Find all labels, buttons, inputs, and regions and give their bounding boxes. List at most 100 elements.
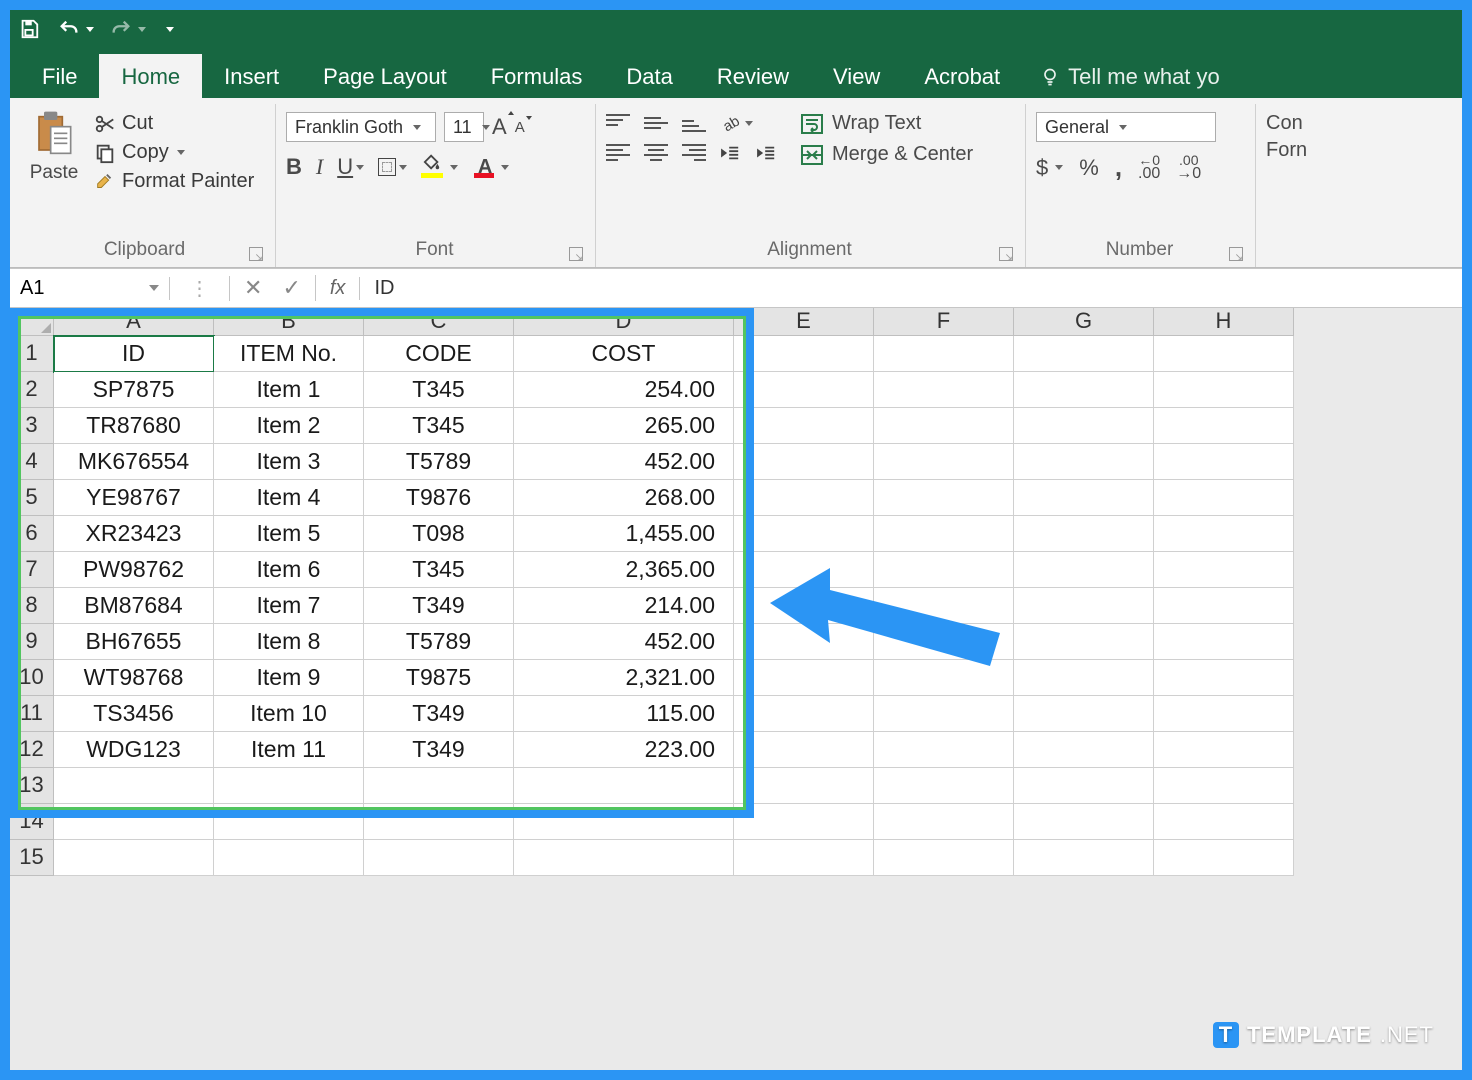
cut-button[interactable]: Cut <box>94 112 254 135</box>
column-header-H[interactable]: H <box>1154 308 1294 336</box>
cell-D10[interactable]: 2,321.00 <box>514 660 734 696</box>
column-header-F[interactable]: F <box>874 308 1014 336</box>
cell-F6[interactable] <box>874 516 1014 552</box>
qat-customize-icon[interactable] <box>166 27 174 32</box>
column-header-G[interactable]: G <box>1014 308 1154 336</box>
cell-B8[interactable]: Item 7 <box>214 588 364 624</box>
align-middle-button[interactable] <box>644 114 668 132</box>
conditional-formatting-partial[interactable]: Con <box>1266 112 1304 135</box>
enter-icon[interactable]: ✓ <box>282 275 300 301</box>
fx-button[interactable]: fx <box>316 277 361 300</box>
cell-G2[interactable] <box>1014 372 1154 408</box>
cell-A10[interactable]: WT98768 <box>54 660 214 696</box>
cell-C13[interactable] <box>364 768 514 804</box>
cell-B9[interactable]: Item 8 <box>214 624 364 660</box>
cell-E11[interactable] <box>734 696 874 732</box>
italic-button[interactable]: I <box>316 154 323 180</box>
column-header-E[interactable]: E <box>734 308 874 336</box>
cell-G10[interactable] <box>1014 660 1154 696</box>
cell-C9[interactable]: T5789 <box>364 624 514 660</box>
column-header-B[interactable]: B <box>214 308 364 336</box>
align-bottom-button[interactable] <box>682 114 706 132</box>
cell-G4[interactable] <box>1014 444 1154 480</box>
cell-F2[interactable] <box>874 372 1014 408</box>
cell-H3[interactable] <box>1154 408 1294 444</box>
cell-A7[interactable]: PW98762 <box>54 552 214 588</box>
cell-G15[interactable] <box>1014 840 1154 876</box>
cell-C8[interactable]: T349 <box>364 588 514 624</box>
row-header-1[interactable]: 1 <box>10 336 54 372</box>
cell-B1[interactable]: ITEM No. <box>214 336 364 372</box>
tab-page-layout[interactable]: Page Layout <box>301 54 469 98</box>
cell-H8[interactable] <box>1154 588 1294 624</box>
cell-H4[interactable] <box>1154 444 1294 480</box>
row-header-10[interactable]: 10 <box>10 660 54 696</box>
font-color-button[interactable]: A <box>472 156 509 178</box>
cell-F5[interactable] <box>874 480 1014 516</box>
cell-B6[interactable]: Item 5 <box>214 516 364 552</box>
cell-F7[interactable] <box>874 552 1014 588</box>
cell-D8[interactable]: 214.00 <box>514 588 734 624</box>
align-top-button[interactable] <box>606 114 630 132</box>
name-box[interactable]: A1 <box>10 277 170 300</box>
cell-B11[interactable]: Item 10 <box>214 696 364 732</box>
cell-F12[interactable] <box>874 732 1014 768</box>
clipboard-launcher-icon[interactable] <box>249 247 263 261</box>
cell-G11[interactable] <box>1014 696 1154 732</box>
cell-A2[interactable]: SP7875 <box>54 372 214 408</box>
cell-C6[interactable]: T098 <box>364 516 514 552</box>
decrease-decimal-button[interactable]: .00→0 <box>1176 154 1201 181</box>
cell-D15[interactable] <box>514 840 734 876</box>
tab-formulas[interactable]: Formulas <box>469 54 605 98</box>
cell-E5[interactable] <box>734 480 874 516</box>
cell-E2[interactable] <box>734 372 874 408</box>
cell-D4[interactable]: 452.00 <box>514 444 734 480</box>
cell-D7[interactable]: 2,365.00 <box>514 552 734 588</box>
cell-G9[interactable] <box>1014 624 1154 660</box>
cell-C3[interactable]: T345 <box>364 408 514 444</box>
format-painter-button[interactable]: Format Painter <box>94 170 254 193</box>
cell-G8[interactable] <box>1014 588 1154 624</box>
fill-color-button[interactable] <box>421 156 458 178</box>
cell-B3[interactable]: Item 2 <box>214 408 364 444</box>
cell-G13[interactable] <box>1014 768 1154 804</box>
row-header-14[interactable]: 14 <box>10 804 54 840</box>
font-launcher-icon[interactable] <box>569 247 583 261</box>
wrap-text-button[interactable]: Wrap Text <box>800 112 985 135</box>
cell-H6[interactable] <box>1154 516 1294 552</box>
cell-A15[interactable] <box>54 840 214 876</box>
cell-G1[interactable] <box>1014 336 1154 372</box>
cell-D1[interactable]: COST <box>514 336 734 372</box>
cell-E14[interactable] <box>734 804 874 840</box>
save-icon[interactable] <box>16 16 42 42</box>
cell-A5[interactable]: YE98767 <box>54 480 214 516</box>
shrink-font-button[interactable]: A <box>515 119 525 136</box>
tab-review[interactable]: Review <box>695 54 811 98</box>
cell-F1[interactable] <box>874 336 1014 372</box>
tab-insert[interactable]: Insert <box>202 54 301 98</box>
tab-view[interactable]: View <box>811 54 902 98</box>
cell-D13[interactable] <box>514 768 734 804</box>
cell-E8[interactable] <box>734 588 874 624</box>
undo-dropdown-icon[interactable] <box>86 27 94 32</box>
cell-A6[interactable]: XR23423 <box>54 516 214 552</box>
row-header-3[interactable]: 3 <box>10 408 54 444</box>
cell-H12[interactable] <box>1154 732 1294 768</box>
font-name-combo[interactable]: Franklin Goth <box>286 112 436 142</box>
cell-F8[interactable] <box>874 588 1014 624</box>
cell-D6[interactable]: 1,455.00 <box>514 516 734 552</box>
cell-E3[interactable] <box>734 408 874 444</box>
cell-G7[interactable] <box>1014 552 1154 588</box>
row-header-2[interactable]: 2 <box>10 372 54 408</box>
cell-A9[interactable]: BH67655 <box>54 624 214 660</box>
bold-button[interactable]: B <box>286 154 302 180</box>
row-header-4[interactable]: 4 <box>10 444 54 480</box>
cancel-icon[interactable]: ✕ <box>244 275 262 301</box>
redo-dropdown-icon[interactable] <box>138 27 146 32</box>
column-header-D[interactable]: D <box>514 308 734 336</box>
percent-format-button[interactable]: % <box>1079 155 1099 181</box>
select-all-corner[interactable] <box>10 308 54 336</box>
number-launcher-icon[interactable] <box>1229 247 1243 261</box>
grow-font-button[interactable]: A <box>492 114 507 140</box>
cell-E1[interactable] <box>734 336 874 372</box>
